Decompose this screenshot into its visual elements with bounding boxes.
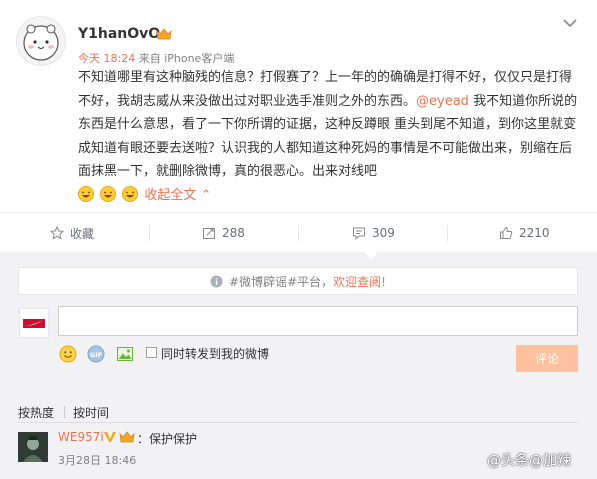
action-bar: 收藏 288 309 2210	[0, 212, 597, 253]
author-name[interactable]: Y1hanOvO	[78, 26, 160, 42]
notice-link[interactable]: 欢迎查阅!	[333, 273, 386, 290]
like-count: 2210	[519, 226, 550, 240]
post-meta: 今天 18:24 来自 iPhone客户端	[78, 50, 234, 66]
like-button[interactable]: 2210	[499, 213, 550, 253]
post-source: 来自 iPhone客户端	[138, 52, 235, 65]
character-avatar-icon	[18, 432, 48, 462]
watermark: @头条@加辣	[487, 453, 571, 469]
vip-crown-icon[interactable]	[156, 27, 172, 41]
sort-underline	[18, 422, 578, 423]
divider	[298, 225, 299, 241]
svg-text:GIF: GIF	[90, 351, 102, 359]
comment-text: ：保护保护	[137, 432, 198, 446]
active-tab-caret-icon	[364, 252, 378, 259]
laughing-emoji-icon	[122, 185, 139, 202]
divider	[447, 225, 448, 241]
my-avatar[interactable]	[19, 308, 49, 338]
submit-comment-button[interactable]: 评论	[516, 345, 578, 372]
commenter-name[interactable]: WE957i	[58, 430, 104, 444]
thumbs-up-icon	[500, 226, 513, 239]
nike-logo-icon	[23, 319, 45, 328]
chevron-down-icon[interactable]	[563, 18, 577, 28]
repost-icon	[203, 228, 215, 239]
verified-v-icon[interactable]	[103, 430, 117, 444]
image-icon[interactable]	[116, 345, 134, 363]
comment-button[interactable]: 309	[352, 213, 395, 253]
vip-crown-icon[interactable]	[119, 430, 135, 444]
favorite-button[interactable]: 收藏	[50, 213, 94, 253]
emoji-icon[interactable]	[59, 345, 77, 363]
sort-by-time[interactable]: 按时间	[73, 404, 109, 421]
gif-icon[interactable]: GIF	[87, 345, 105, 363]
commenter-avatar[interactable]	[18, 432, 48, 462]
cartoon-face-icon	[23, 24, 59, 61]
repost-checkbox-label[interactable]: 同时转发到我的微博	[161, 345, 269, 362]
sort-by-hot[interactable]: 按热度	[18, 404, 54, 421]
collapse-label: 收起全文	[144, 187, 197, 203]
comment-time: 3月28日 18:46	[58, 454, 137, 467]
divider	[149, 225, 150, 241]
comment-input[interactable]	[58, 306, 578, 336]
star-icon	[50, 226, 64, 240]
collapse-link[interactable]: 收起全文 ⌃	[144, 188, 211, 203]
laughing-emoji-icon	[78, 185, 94, 202]
author-avatar[interactable]	[16, 16, 66, 66]
repost-count: 288	[222, 226, 245, 240]
repost-button[interactable]: 288	[202, 213, 245, 253]
post-content: 不知道哪里有这种脑残的信息？打假赛了？上一年的的确确是打得不好，仅仅只是打得不好…	[78, 66, 578, 210]
repost-checkbox[interactable]	[146, 347, 157, 358]
notice-text: #微博辟谣#平台，	[229, 274, 334, 289]
favorite-label: 收藏	[70, 226, 95, 241]
post-time[interactable]: 今天 18:24	[78, 52, 135, 65]
sort-divider	[64, 406, 65, 418]
laughing-emoji-icon	[100, 185, 117, 202]
weibo-post: Y1hanOvO 今天 18:24 来自 iPhone客户端 不知道哪里有这种脑…	[0, 0, 597, 212]
rumor-notice-banner[interactable]: #微博辟谣#平台， 欢迎查阅!	[18, 267, 578, 295]
emoji-group	[78, 185, 140, 211]
mention-link[interactable]: @eyead	[416, 94, 469, 109]
comment-icon	[353, 227, 365, 240]
comment-count: 309	[372, 226, 395, 240]
info-icon	[210, 275, 223, 287]
